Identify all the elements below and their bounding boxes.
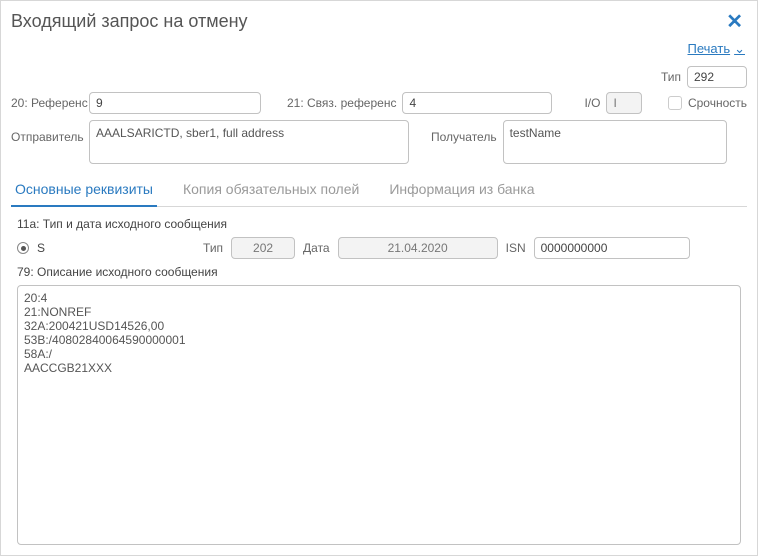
isn-input[interactable] bbox=[534, 237, 690, 259]
top-actions: Печать ⌄ bbox=[11, 38, 747, 62]
msg-type-label: Тип bbox=[203, 241, 223, 255]
msg-date-input bbox=[338, 237, 498, 259]
msg-date-label: Дата bbox=[303, 241, 330, 255]
tabs: Основные реквизиты Копия обязательных по… bbox=[11, 174, 747, 207]
sender-label: Отправитель bbox=[11, 120, 83, 144]
titlebar: Входящий запрос на отмену ✕ bbox=[11, 9, 747, 38]
section-79-label: 79: Описание исходного сообщения bbox=[17, 265, 747, 279]
body79-textarea[interactable] bbox=[17, 285, 741, 545]
urgent-checkbox[interactable] bbox=[668, 96, 682, 110]
ref20-label: 20: Референс bbox=[11, 96, 83, 110]
window-title: Входящий запрос на отмену bbox=[11, 11, 248, 32]
print-link[interactable]: Печать ⌄ bbox=[688, 40, 746, 56]
io-input bbox=[606, 92, 642, 114]
type-input[interactable] bbox=[687, 66, 747, 88]
tab-mandatory-copy[interactable]: Копия обязательных полей bbox=[179, 175, 363, 207]
tab-main-details[interactable]: Основные реквизиты bbox=[11, 175, 157, 207]
dialog-window: Входящий запрос на отмену ✕ Печать ⌄ Тип… bbox=[0, 0, 758, 556]
radio-s-label: S bbox=[37, 241, 45, 255]
type-label: Тип bbox=[661, 70, 681, 84]
radio-s-dot bbox=[21, 246, 26, 251]
msg-type-input bbox=[231, 237, 295, 259]
receiver-textarea[interactable] bbox=[503, 120, 727, 164]
isn-label: ISN bbox=[506, 241, 526, 255]
io-label: I/O bbox=[584, 96, 600, 110]
ref21-input[interactable] bbox=[402, 92, 552, 114]
receiver-label: Получатель bbox=[431, 120, 497, 144]
chevron-down-icon: ⌄ bbox=[734, 41, 745, 57]
ref20-input[interactable] bbox=[89, 92, 261, 114]
close-icon[interactable]: ✕ bbox=[722, 12, 747, 32]
tab-bank-info[interactable]: Информация из банка bbox=[385, 175, 538, 207]
section-11a-label: 11a: Тип и дата исходного сообщения bbox=[17, 217, 747, 231]
urgent-label: Срочность bbox=[688, 96, 747, 110]
radio-s[interactable] bbox=[17, 242, 29, 254]
ref21-label: 21: Связ. референс bbox=[287, 96, 396, 110]
sender-textarea[interactable] bbox=[89, 120, 409, 164]
print-link-label: Печать bbox=[688, 41, 731, 56]
